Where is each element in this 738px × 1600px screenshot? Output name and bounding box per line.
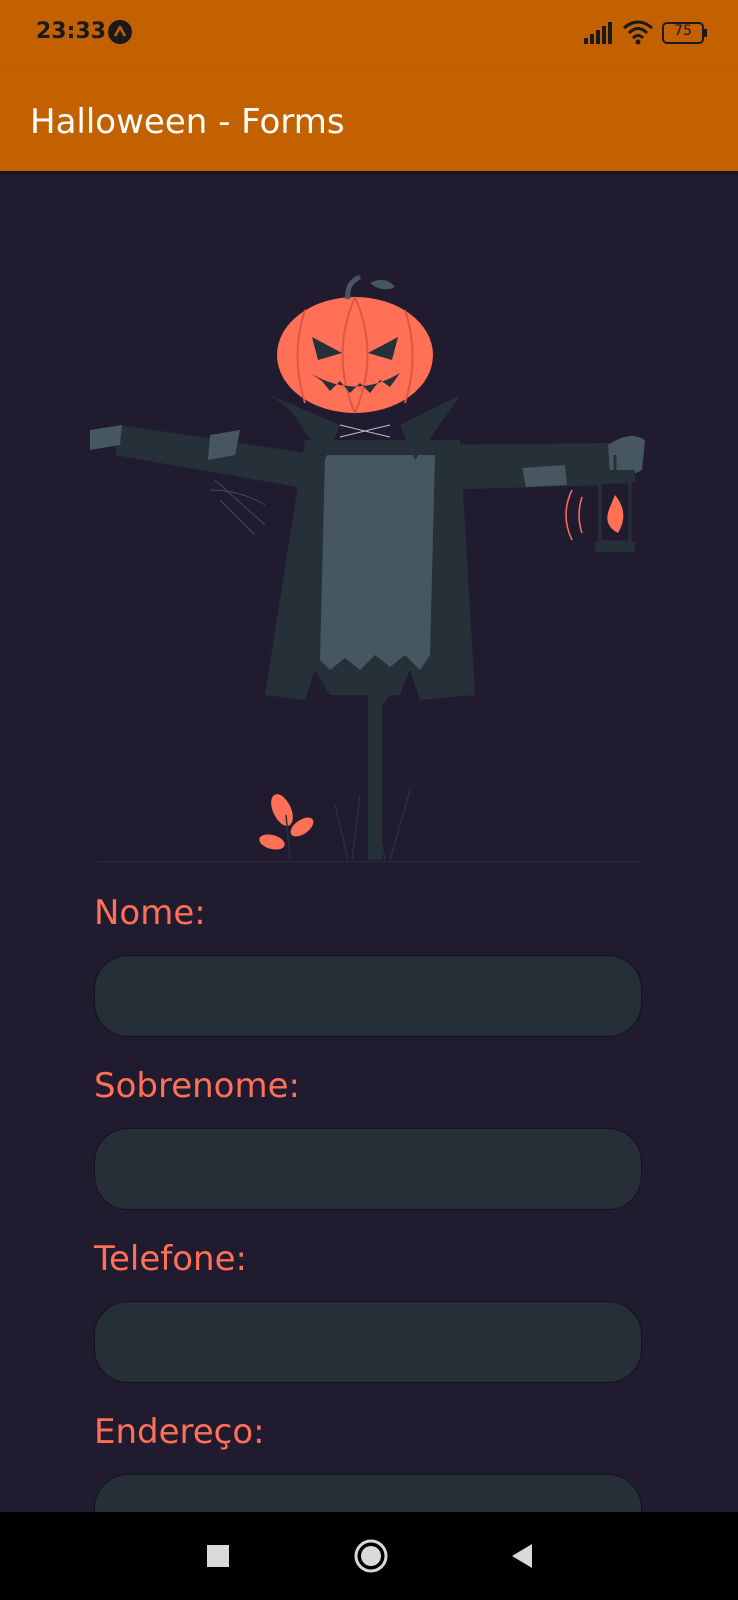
address-label: Endereço: [94,1412,265,1452]
app-notification-icon [108,20,132,44]
phone-label: Telefone: [94,1239,247,1279]
app-bar: Halloween - Forms [0,70,738,171]
phone-input[interactable] [94,1301,642,1383]
home-circle-icon[interactable] [353,1538,389,1574]
battery-level: 75 [674,23,692,39]
scarecrow-pumpkin-illustration [90,275,645,861]
status-bar: 23:33 75 [0,0,738,70]
status-time: 23:33 [36,19,107,44]
back-triangle-icon[interactable] [510,1543,534,1569]
last-name-input[interactable] [94,1128,642,1210]
first-name-input[interactable] [94,955,642,1037]
recents-square-icon[interactable] [206,1544,230,1568]
illustration-ground-line [98,861,642,862]
first-name-label: Nome: [94,893,206,933]
last-name-label: Sobrenome: [94,1066,300,1106]
system-nav-bar [0,1512,738,1600]
page-title: Halloween - Forms [30,102,345,142]
wifi-icon [623,20,653,45]
signal-icon [584,22,612,44]
